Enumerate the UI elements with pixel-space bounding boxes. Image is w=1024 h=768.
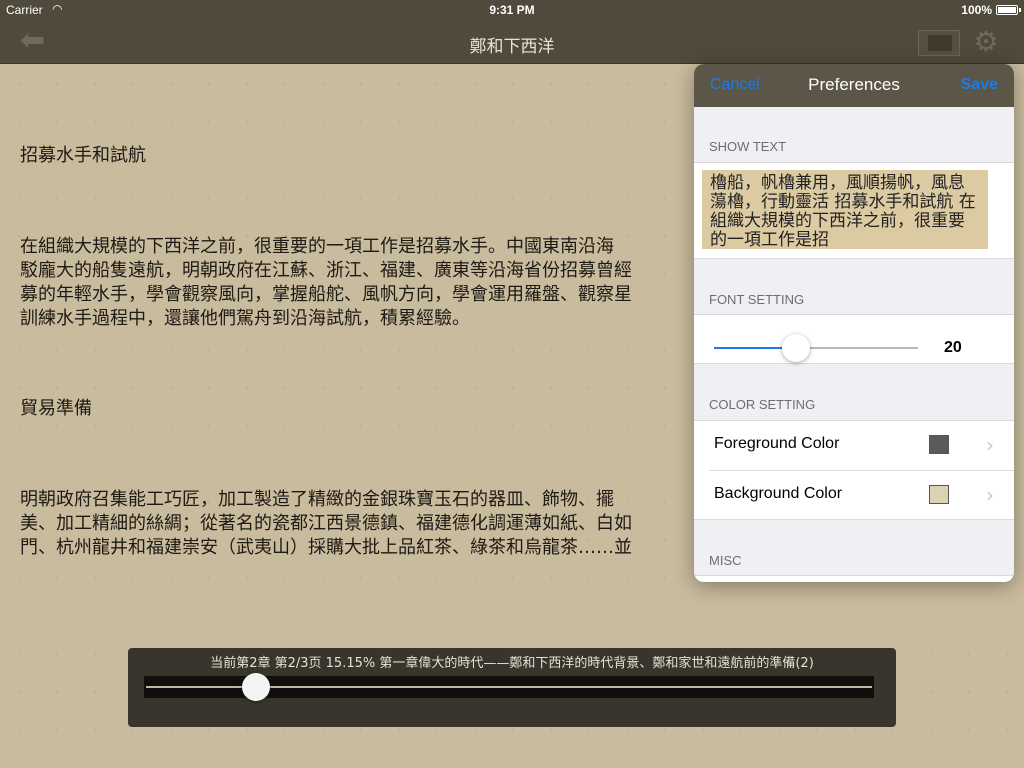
- progress-label: 当前第2章 第2/3页 15.15% 第一章偉大的時代——鄭和下西洋的時代背景、…: [210, 656, 814, 671]
- gear-icon[interactable]: ⚙: [966, 26, 1006, 58]
- foreground-color-label: Foreground Color: [714, 435, 840, 452]
- navigation-bar: ⬅ 鄭和下西洋 ⚙: [0, 20, 1024, 64]
- color-setting-header: COLOR SETTING: [709, 397, 816, 412]
- reading-progress-panel: 当前第2章 第2/3页 15.15% 第一章偉大的時代——鄭和下西洋的時代背景、…: [128, 648, 896, 727]
- color-setting-group: Foreground Color › Background Color ›: [694, 420, 1014, 520]
- misc-group: [694, 575, 1014, 582]
- popover-header: Cancel Preferences Save: [694, 64, 1014, 107]
- font-setting-header: FONT SETTING: [709, 292, 805, 307]
- chevron-right-icon: ›: [986, 483, 994, 507]
- background-color-label: Background Color: [714, 485, 843, 502]
- battery-percent: 100%: [961, 3, 992, 17]
- misc-header: MISC: [709, 553, 742, 568]
- background-color-row[interactable]: Background Color ›: [694, 471, 1014, 520]
- chevron-right-icon: ›: [986, 433, 994, 457]
- status-time: 9:31 PM: [489, 3, 535, 17]
- foreground-color-row[interactable]: Foreground Color ›: [694, 421, 1014, 470]
- book-title: 鄭和下西洋: [469, 37, 555, 57]
- font-size-slider-thumb[interactable]: [781, 334, 810, 362]
- save-button[interactable]: Save: [961, 76, 998, 94]
- font-setting-group: 20: [694, 314, 1014, 364]
- font-slider-track[interactable]: [795, 347, 918, 349]
- foreground-color-swatch: [929, 435, 949, 454]
- show-text-header: SHOW TEXT: [709, 139, 787, 154]
- font-size-value: 20: [944, 339, 962, 356]
- progress-slider-thumb[interactable]: [241, 673, 270, 701]
- preferences-popover: Cancel Preferences Save SHOW TEXT 櫓船，帆櫓兼…: [694, 64, 1014, 582]
- book-view-icon[interactable]: [918, 30, 960, 56]
- text-preview: 櫓船，帆櫓兼用，風順揚帆，風息蕩櫓，行動靈活 招募水手和試航 在組織大規模的下西…: [702, 170, 988, 249]
- show-text-group: 櫓船，帆櫓兼用，風順揚帆，風息蕩櫓，行動靈活 招募水手和試航 在組織大規模的下西…: [694, 162, 1014, 259]
- battery-icon: [996, 5, 1021, 15]
- background-color-swatch: [929, 485, 949, 504]
- status-bar: Carrier ◠ 9:31 PM 100%: [0, 0, 1024, 20]
